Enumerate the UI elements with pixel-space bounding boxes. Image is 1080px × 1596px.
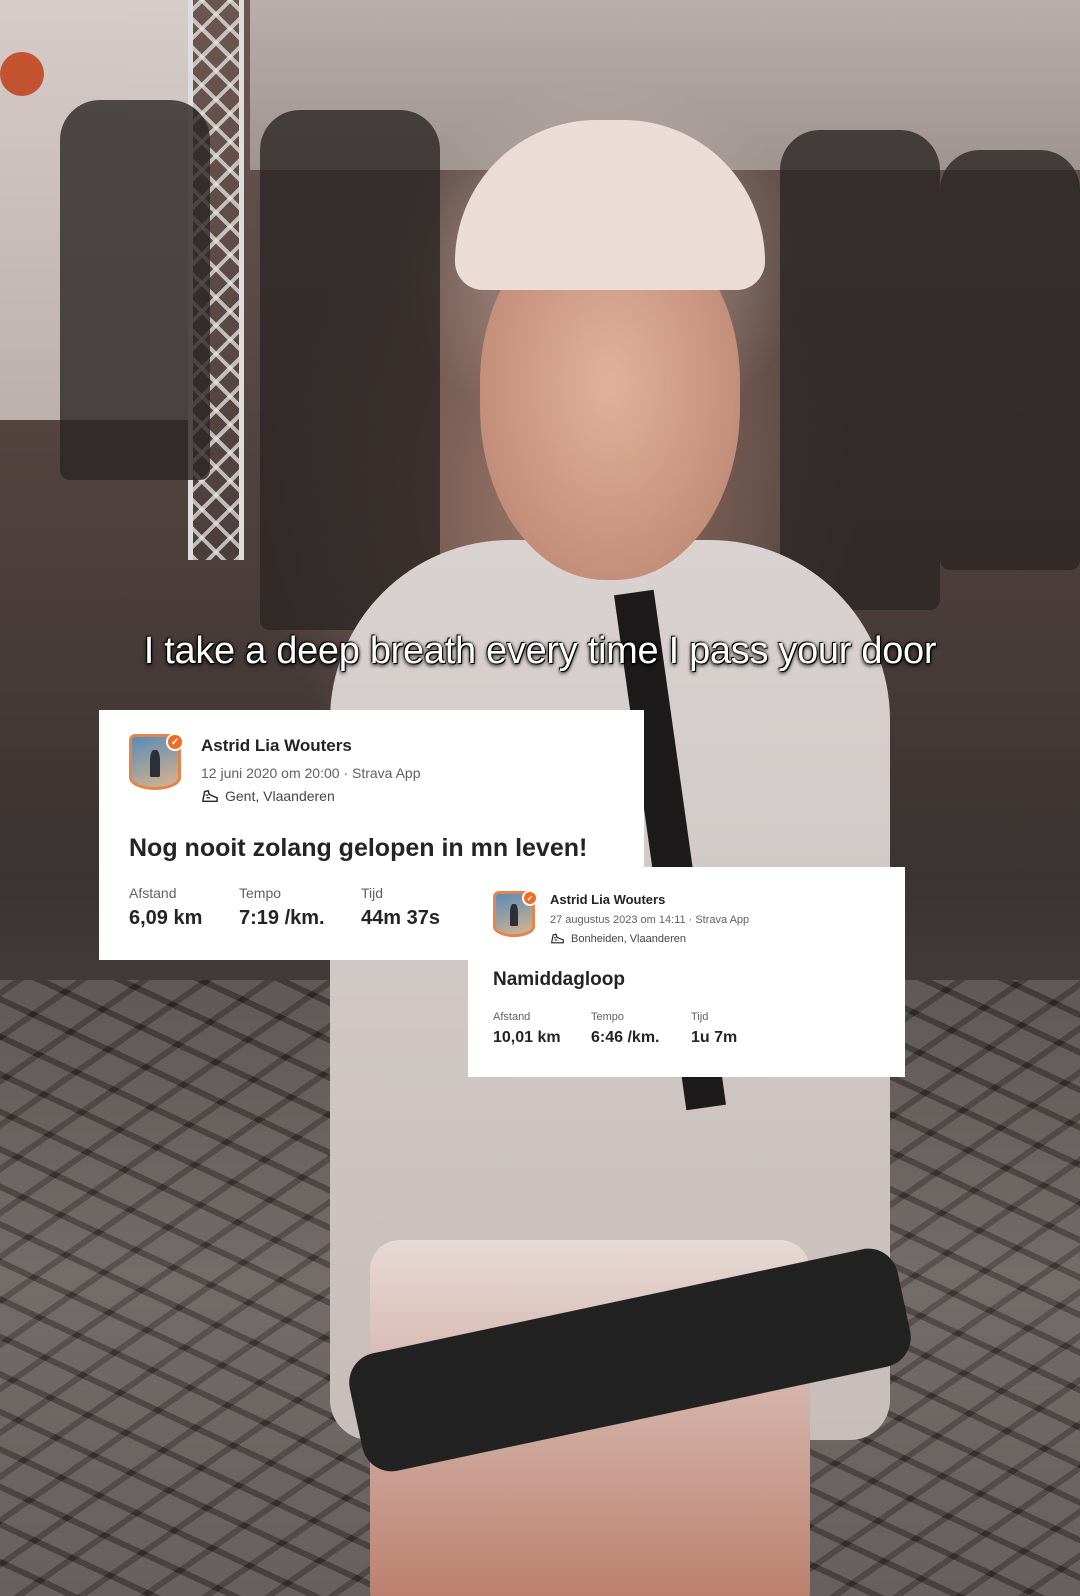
verified-badge-icon: ✓: [522, 890, 538, 906]
activity-location: Gent, Vlaanderen: [201, 788, 420, 804]
stat-label: Afstand: [493, 1011, 531, 1023]
stat-value: 44m 37s: [361, 907, 440, 929]
activity-meta: Astrid Lia Wouters 12 juni 2020 om 20:00…: [201, 734, 420, 804]
avatar[interactable]: ✓: [129, 733, 184, 790]
cap: [455, 120, 765, 290]
avatar[interactable]: ✓: [493, 890, 538, 937]
avatar-figure: [510, 904, 518, 926]
stat-label: Tijd: [691, 1011, 709, 1023]
crowd-person: [60, 100, 210, 480]
stat-label: Tempo: [239, 885, 282, 901]
stat-pace: Tempo 6:46 /km.: [591, 1011, 691, 1047]
running-shoe-icon: [202, 789, 218, 803]
crowd-person: [940, 150, 1080, 570]
activity-meta: Astrid Lia Wouters 27 augustus 2023 om 1…: [550, 891, 749, 945]
stat-label: Tijd: [361, 885, 384, 901]
stat-time: Tijd 44m 37s: [361, 885, 461, 930]
stat-value: 6:46 /km.: [591, 1029, 660, 1046]
activity-card[interactable]: ✓ Astrid Lia Wouters 27 augustus 2023 om…: [468, 867, 905, 1077]
sponsor-logo: [0, 52, 44, 96]
stat-value: 6,09 km: [129, 907, 203, 929]
activity-title[interactable]: Nog nooit zolang gelopen in mn leven!: [129, 834, 614, 863]
location-label: Bonheiden, Vlaanderen: [571, 932, 686, 945]
video-caption: I take a deep breath every time I pass y…: [143, 630, 937, 672]
activity-stats: Afstand 10,01 km Tempo 6:46 /km. Tijd 1u…: [493, 1011, 880, 1047]
activity-header: ✓ Astrid Lia Wouters 27 augustus 2023 om…: [493, 890, 880, 945]
athlete-name[interactable]: Astrid Lia Wouters: [201, 736, 420, 756]
activity-title[interactable]: Namiddagloop: [493, 969, 880, 991]
avatar-figure: [150, 749, 160, 777]
athlete-name[interactable]: Astrid Lia Wouters: [550, 892, 749, 907]
activity-header: ✓ Astrid Lia Wouters 12 juni 2020 om 20:…: [129, 733, 614, 804]
stat-distance: Afstand 6,09 km: [129, 885, 239, 930]
running-shoe-icon: [551, 933, 564, 944]
stat-value: 10,01 km: [493, 1029, 561, 1046]
stat-value: 7:19 /km.: [239, 907, 325, 929]
stat-time: Tijd 1u 7m: [691, 1011, 771, 1047]
stat-label: Afstand: [129, 885, 177, 901]
activity-datetime: 27 augustus 2023 om 14:11 · Strava App: [550, 914, 750, 926]
stat-pace: Tempo 7:19 /km.: [239, 885, 361, 930]
verified-badge-icon: ✓: [166, 733, 184, 751]
stat-value: 1u 7m: [691, 1029, 738, 1046]
activity-datetime: 12 juni 2020 om 20:00 · Strava App: [201, 765, 421, 781]
stat-distance: Afstand 10,01 km: [493, 1011, 591, 1047]
activity-location: Bonheiden, Vlaanderen: [550, 932, 749, 945]
stat-label: Tempo: [591, 1011, 625, 1023]
location-label: Gent, Vlaanderen: [225, 788, 335, 804]
